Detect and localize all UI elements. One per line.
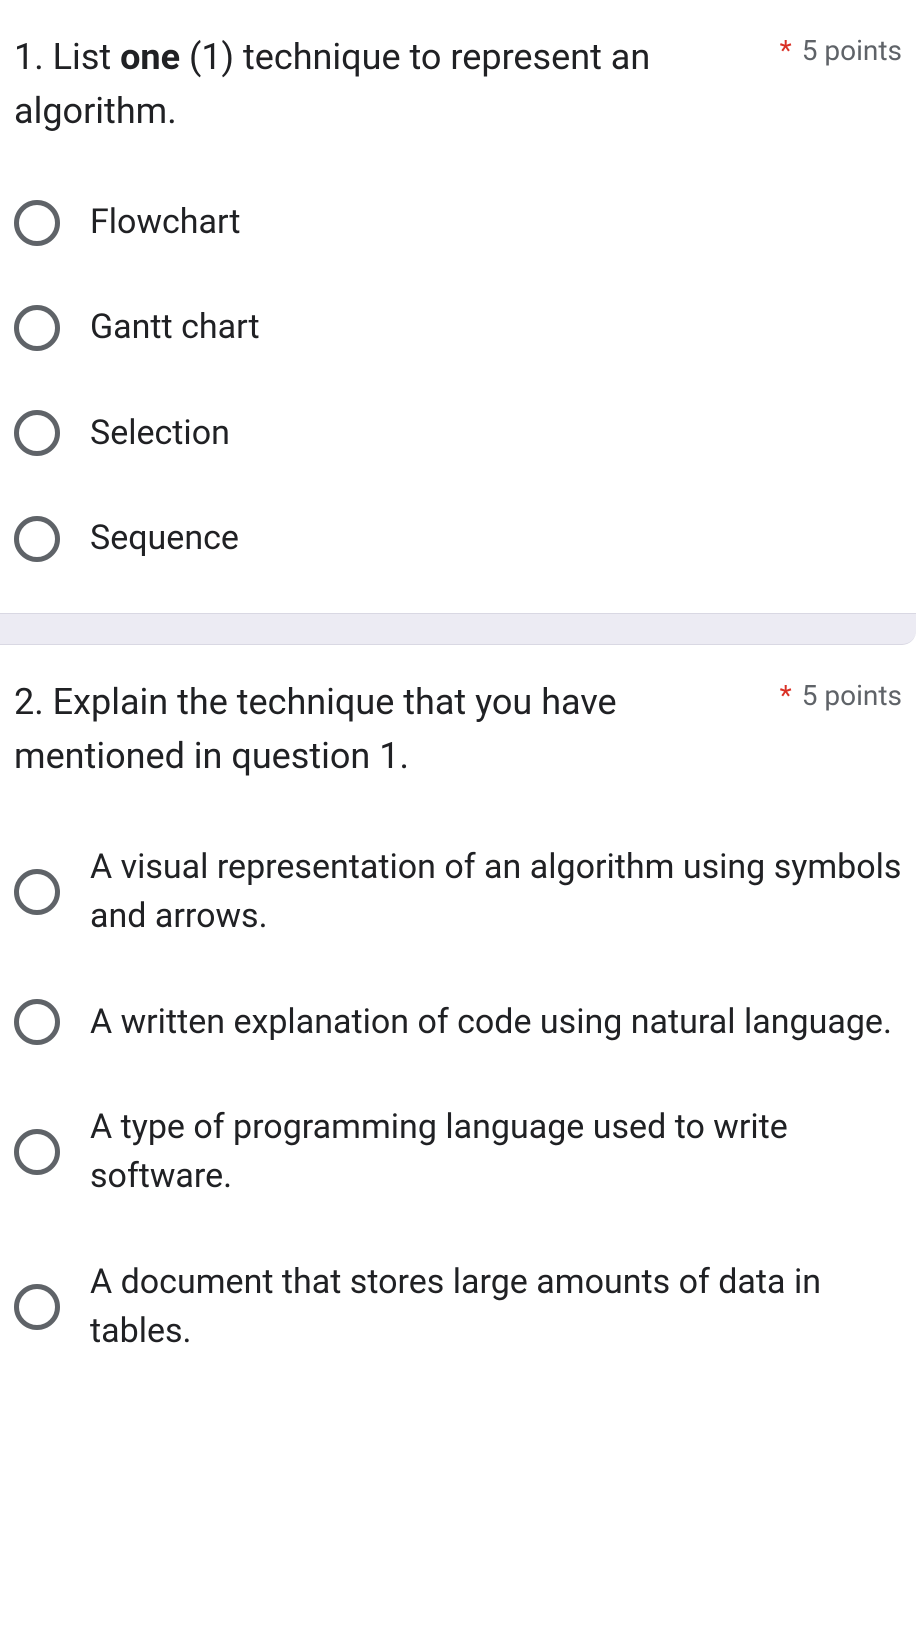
option-label: A type of programming language used to w… [90, 1103, 902, 1202]
points-label: 5 points [802, 34, 902, 67]
question-1-number: 1. [14, 36, 44, 78]
question-1-points: * 5 points [780, 30, 902, 67]
option-visual-representation[interactable]: A visual representation of an algorithm … [14, 843, 902, 942]
question-2-title: 2. Explain the technique that you have m… [14, 675, 760, 783]
question-1-header: 1. List one (1) technique to represent a… [14, 30, 902, 138]
radio-icon [14, 1284, 60, 1330]
required-star-icon: * [780, 37, 792, 65]
question-1-title: 1. List one (1) technique to represent a… [14, 30, 760, 138]
option-label: Sequence [90, 514, 239, 563]
question-2-text-pre: Explain the technique that you have ment… [14, 681, 617, 777]
option-programming-language[interactable]: A type of programming language used to w… [14, 1103, 902, 1202]
question-1-text-bold: one [120, 36, 180, 78]
option-label: Gantt chart [90, 303, 260, 352]
radio-icon [14, 1129, 60, 1175]
question-2-header: 2. Explain the technique that you have m… [14, 675, 902, 783]
option-gantt-chart[interactable]: Gantt chart [14, 303, 902, 352]
option-label: A document that stores large amounts of … [90, 1258, 902, 1357]
question-1-options: Flowchart Gantt chart Selection Sequence [14, 198, 902, 563]
question-2-number: 2. [14, 681, 44, 723]
radio-icon [14, 999, 60, 1045]
question-2-points: * 5 points [780, 675, 902, 712]
required-star-icon: * [780, 682, 792, 710]
question-divider [0, 613, 916, 645]
option-flowchart[interactable]: Flowchart [14, 198, 902, 247]
option-label: A written explanation of code using natu… [90, 998, 892, 1047]
radio-icon [14, 869, 60, 915]
question-2: 2. Explain the technique that you have m… [0, 645, 916, 1406]
option-sequence[interactable]: Sequence [14, 514, 902, 563]
question-1-text-pre: List [53, 36, 120, 78]
option-selection[interactable]: Selection [14, 409, 902, 458]
radio-icon [14, 410, 60, 456]
option-label: A visual representation of an algorithm … [90, 843, 902, 942]
radio-icon [14, 516, 60, 562]
option-document-tables[interactable]: A document that stores large amounts of … [14, 1258, 902, 1357]
option-written-explanation[interactable]: A written explanation of code using natu… [14, 998, 902, 1047]
radio-icon [14, 305, 60, 351]
question-1: 1. List one (1) technique to represent a… [0, 0, 916, 613]
option-label: Flowchart [90, 198, 241, 247]
radio-icon [14, 200, 60, 246]
question-2-options: A visual representation of an algorithm … [14, 843, 902, 1356]
points-label: 5 points [802, 679, 902, 712]
option-label: Selection [90, 409, 230, 458]
